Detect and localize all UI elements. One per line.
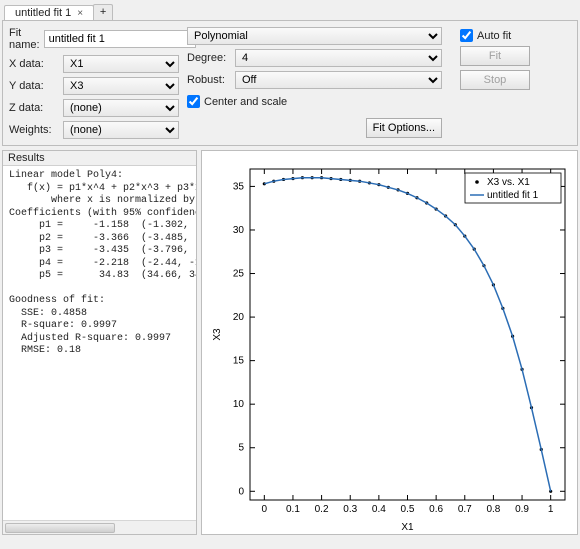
svg-text:30: 30: [233, 225, 245, 236]
svg-text:0.6: 0.6: [429, 504, 443, 515]
results-panel: Results Linear model Poly4: f(x) = p1*x^…: [2, 150, 197, 535]
zdata-label: Z data:: [9, 102, 59, 114]
chart-svg: 00.10.20.30.40.50.60.70.80.9105101520253…: [202, 151, 577, 536]
xdata-label: X data:: [9, 58, 59, 70]
svg-text:0.2: 0.2: [315, 504, 329, 515]
tab-label: untitled fit 1: [15, 7, 71, 19]
svg-text:X3 vs. X1: X3 vs. X1: [487, 177, 530, 188]
xdata-select[interactable]: X1: [63, 55, 179, 73]
svg-text:0.7: 0.7: [458, 504, 472, 515]
tab-add[interactable]: +: [93, 4, 113, 20]
svg-text:35: 35: [233, 181, 245, 192]
svg-text:0: 0: [262, 504, 268, 515]
svg-text:X3: X3: [212, 328, 223, 341]
config-panel: Fit name: X data: X1 Y data: X3 Z data: …: [2, 20, 578, 146]
svg-text:0: 0: [238, 486, 244, 497]
svg-text:untitled fit 1: untitled fit 1: [487, 190, 539, 201]
center-scale-label: Center and scale: [204, 96, 287, 108]
close-icon[interactable]: ×: [77, 8, 83, 19]
weights-label: Weights:: [9, 124, 59, 136]
auto-fit-label: Auto fit: [477, 30, 511, 42]
degree-label: Degree:: [187, 52, 231, 64]
svg-text:0.9: 0.9: [515, 504, 529, 515]
results-scrollbar[interactable]: [3, 520, 196, 534]
chart-panel: 00.10.20.30.40.50.60.70.80.9105101520253…: [201, 150, 578, 535]
fit-name-label: Fit name:: [9, 27, 40, 51]
auto-fit-checkbox[interactable]: [460, 29, 473, 42]
robust-label: Robust:: [187, 74, 231, 86]
tab-untitled-fit-1[interactable]: untitled fit 1 ×: [4, 5, 94, 20]
svg-text:20: 20: [233, 312, 245, 323]
svg-text:5: 5: [238, 443, 244, 454]
fit-button[interactable]: Fit: [460, 46, 530, 66]
svg-text:0.8: 0.8: [486, 504, 500, 515]
ydata-select[interactable]: X3: [63, 77, 179, 95]
fit-name-input[interactable]: [44, 30, 196, 48]
svg-text:X1: X1: [401, 522, 414, 533]
results-header: Results: [3, 151, 196, 166]
scrollbar-thumb[interactable]: [5, 523, 115, 533]
svg-text:0.4: 0.4: [372, 504, 386, 515]
svg-text:15: 15: [233, 356, 245, 367]
svg-text:1: 1: [548, 504, 554, 515]
method-select[interactable]: Polynomial: [187, 27, 442, 45]
svg-text:25: 25: [233, 269, 245, 280]
svg-text:0.3: 0.3: [343, 504, 357, 515]
svg-text:0.5: 0.5: [401, 504, 415, 515]
stop-button[interactable]: Stop: [460, 70, 530, 90]
center-scale-checkbox[interactable]: [187, 95, 200, 108]
fit-options-button[interactable]: Fit Options...: [366, 118, 442, 138]
weights-select[interactable]: (none): [63, 121, 179, 139]
zdata-select[interactable]: (none): [63, 99, 179, 117]
results-text: Linear model Poly4: f(x) = p1*x^4 + p2*x…: [3, 166, 196, 520]
svg-text:0.1: 0.1: [286, 504, 300, 515]
ydata-label: Y data:: [9, 80, 59, 92]
robust-select[interactable]: Off: [235, 71, 442, 89]
svg-text:10: 10: [233, 399, 245, 410]
degree-select[interactable]: 4: [235, 49, 442, 67]
